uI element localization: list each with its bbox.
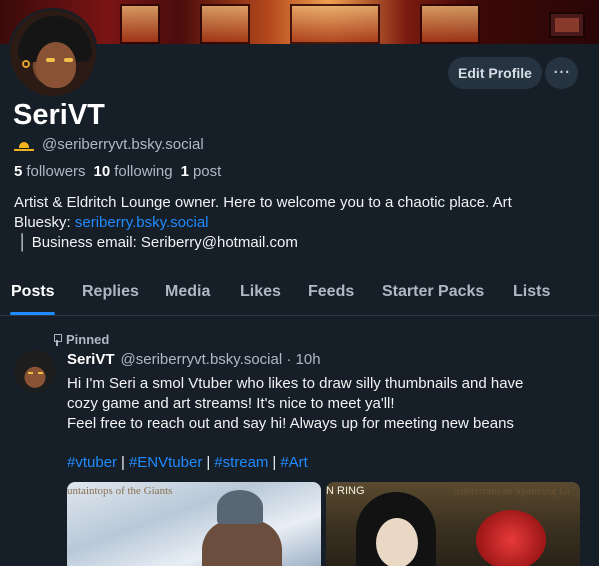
edit-profile-button[interactable]: Edit Profile — [448, 57, 542, 89]
post-hashtags: #vtuber | #ENVtuber | #stream | #Art — [67, 454, 308, 471]
image-caption: Subterranean Spanning Gr — [454, 485, 571, 497]
profile-bio: Artist & Eldritch Lounge owner. Here to … — [14, 193, 574, 253]
banner-window — [200, 4, 250, 44]
banner-picture-frame — [549, 12, 585, 38]
post-avatar[interactable] — [14, 350, 56, 392]
post-meta[interactable]: @seriberryvt.bsky.social · 10h — [121, 351, 321, 368]
hashtag-link[interactable]: #vtuber — [67, 454, 117, 471]
image-caption: N RING — [326, 485, 365, 497]
avatar-earring — [22, 60, 30, 68]
profile-tabs: Posts Replies Media Likes Feeds Starter … — [0, 272, 599, 316]
pinned-indicator: Pinned — [52, 332, 109, 347]
image-figure — [476, 510, 546, 566]
sunrise-icon — [14, 138, 34, 152]
posts-count: 1 — [180, 163, 189, 180]
bio-line: Artist & Eldritch Lounge owner. Here to … — [14, 194, 512, 211]
avatar-eye — [64, 58, 73, 62]
avatar-eye — [38, 372, 43, 374]
hashtag-separator: | — [121, 454, 125, 471]
hashtag-separator: | — [272, 454, 277, 471]
avatar-eye — [46, 58, 55, 62]
following-link[interactable]: 10 following — [94, 163, 173, 180]
pin-icon — [52, 333, 62, 346]
avatar-eye — [28, 372, 33, 374]
following-label: following — [114, 163, 173, 180]
profile-avatar[interactable] — [8, 8, 98, 98]
following-count: 10 — [93, 163, 111, 180]
posts-label: post — [192, 163, 222, 180]
post-author[interactable]: SeriVT — [67, 351, 115, 368]
post-header: SeriVT @seriberryvt.bsky.social · 10h — [67, 351, 321, 368]
hashtag-link[interactable]: #ENVtuber — [129, 454, 202, 471]
handle-row: @seriberryvt.bsky.social — [14, 136, 204, 153]
bio-prefix: Bluesky: — [14, 214, 75, 231]
post-text: Hi I'm Seri a smol Vtuber who likes to d… — [67, 374, 587, 434]
posts-stat: 1 post — [181, 163, 222, 180]
post-image[interactable]: untaintops of the Giants — [67, 482, 321, 566]
tab-likes[interactable]: Likes — [240, 283, 281, 301]
tab-media[interactable]: Media — [165, 283, 210, 301]
image-figure — [202, 520, 282, 566]
followers-label: followers — [26, 163, 86, 180]
tab-posts[interactable]: Posts — [11, 283, 55, 301]
post-line: cozy game and art streams! It's nice to … — [67, 395, 395, 412]
profile-handle: @seriberryvt.bsky.social — [42, 136, 204, 153]
banner-window — [420, 4, 480, 44]
tab-feeds[interactable]: Feeds — [308, 283, 354, 301]
tab-replies[interactable]: Replies — [82, 283, 139, 301]
followers-link[interactable]: 5 followers — [14, 163, 86, 180]
banner-window — [120, 4, 160, 44]
display-name: SeriVT — [13, 99, 105, 131]
banner-window — [290, 4, 380, 44]
post-line: Feel free to reach out and say hi! Alway… — [67, 415, 514, 432]
bio-line: │ Business email: Seriberry@hotmail.com — [14, 234, 298, 251]
bio-link[interactable]: seriberry.bsky.social — [75, 214, 209, 231]
profile-stats: 5 followers 10 following 1 post — [14, 163, 221, 180]
image-caption: untaintops of the Giants — [67, 485, 173, 497]
followers-count: 5 — [14, 163, 23, 180]
post-image[interactable]: N RING Subterranean Spanning Gr — [326, 482, 580, 566]
bio-line: Bluesky: seriberry.bsky.social — [14, 213, 574, 233]
image-figure — [376, 518, 418, 566]
hashtag-link[interactable]: #Art — [280, 454, 308, 471]
hashtag-separator: | — [206, 454, 211, 471]
tab-lists[interactable]: Lists — [513, 283, 550, 301]
image-figure — [217, 490, 263, 524]
more-options-button[interactable]: ··· — [545, 57, 578, 89]
active-tab-indicator — [10, 312, 55, 315]
tab-starter-packs[interactable]: Starter Packs — [382, 283, 484, 301]
pinned-label: Pinned — [66, 332, 110, 347]
hashtag-link[interactable]: #stream — [214, 454, 268, 471]
post-line: Hi I'm Seri a smol Vtuber who likes to d… — [67, 375, 524, 392]
